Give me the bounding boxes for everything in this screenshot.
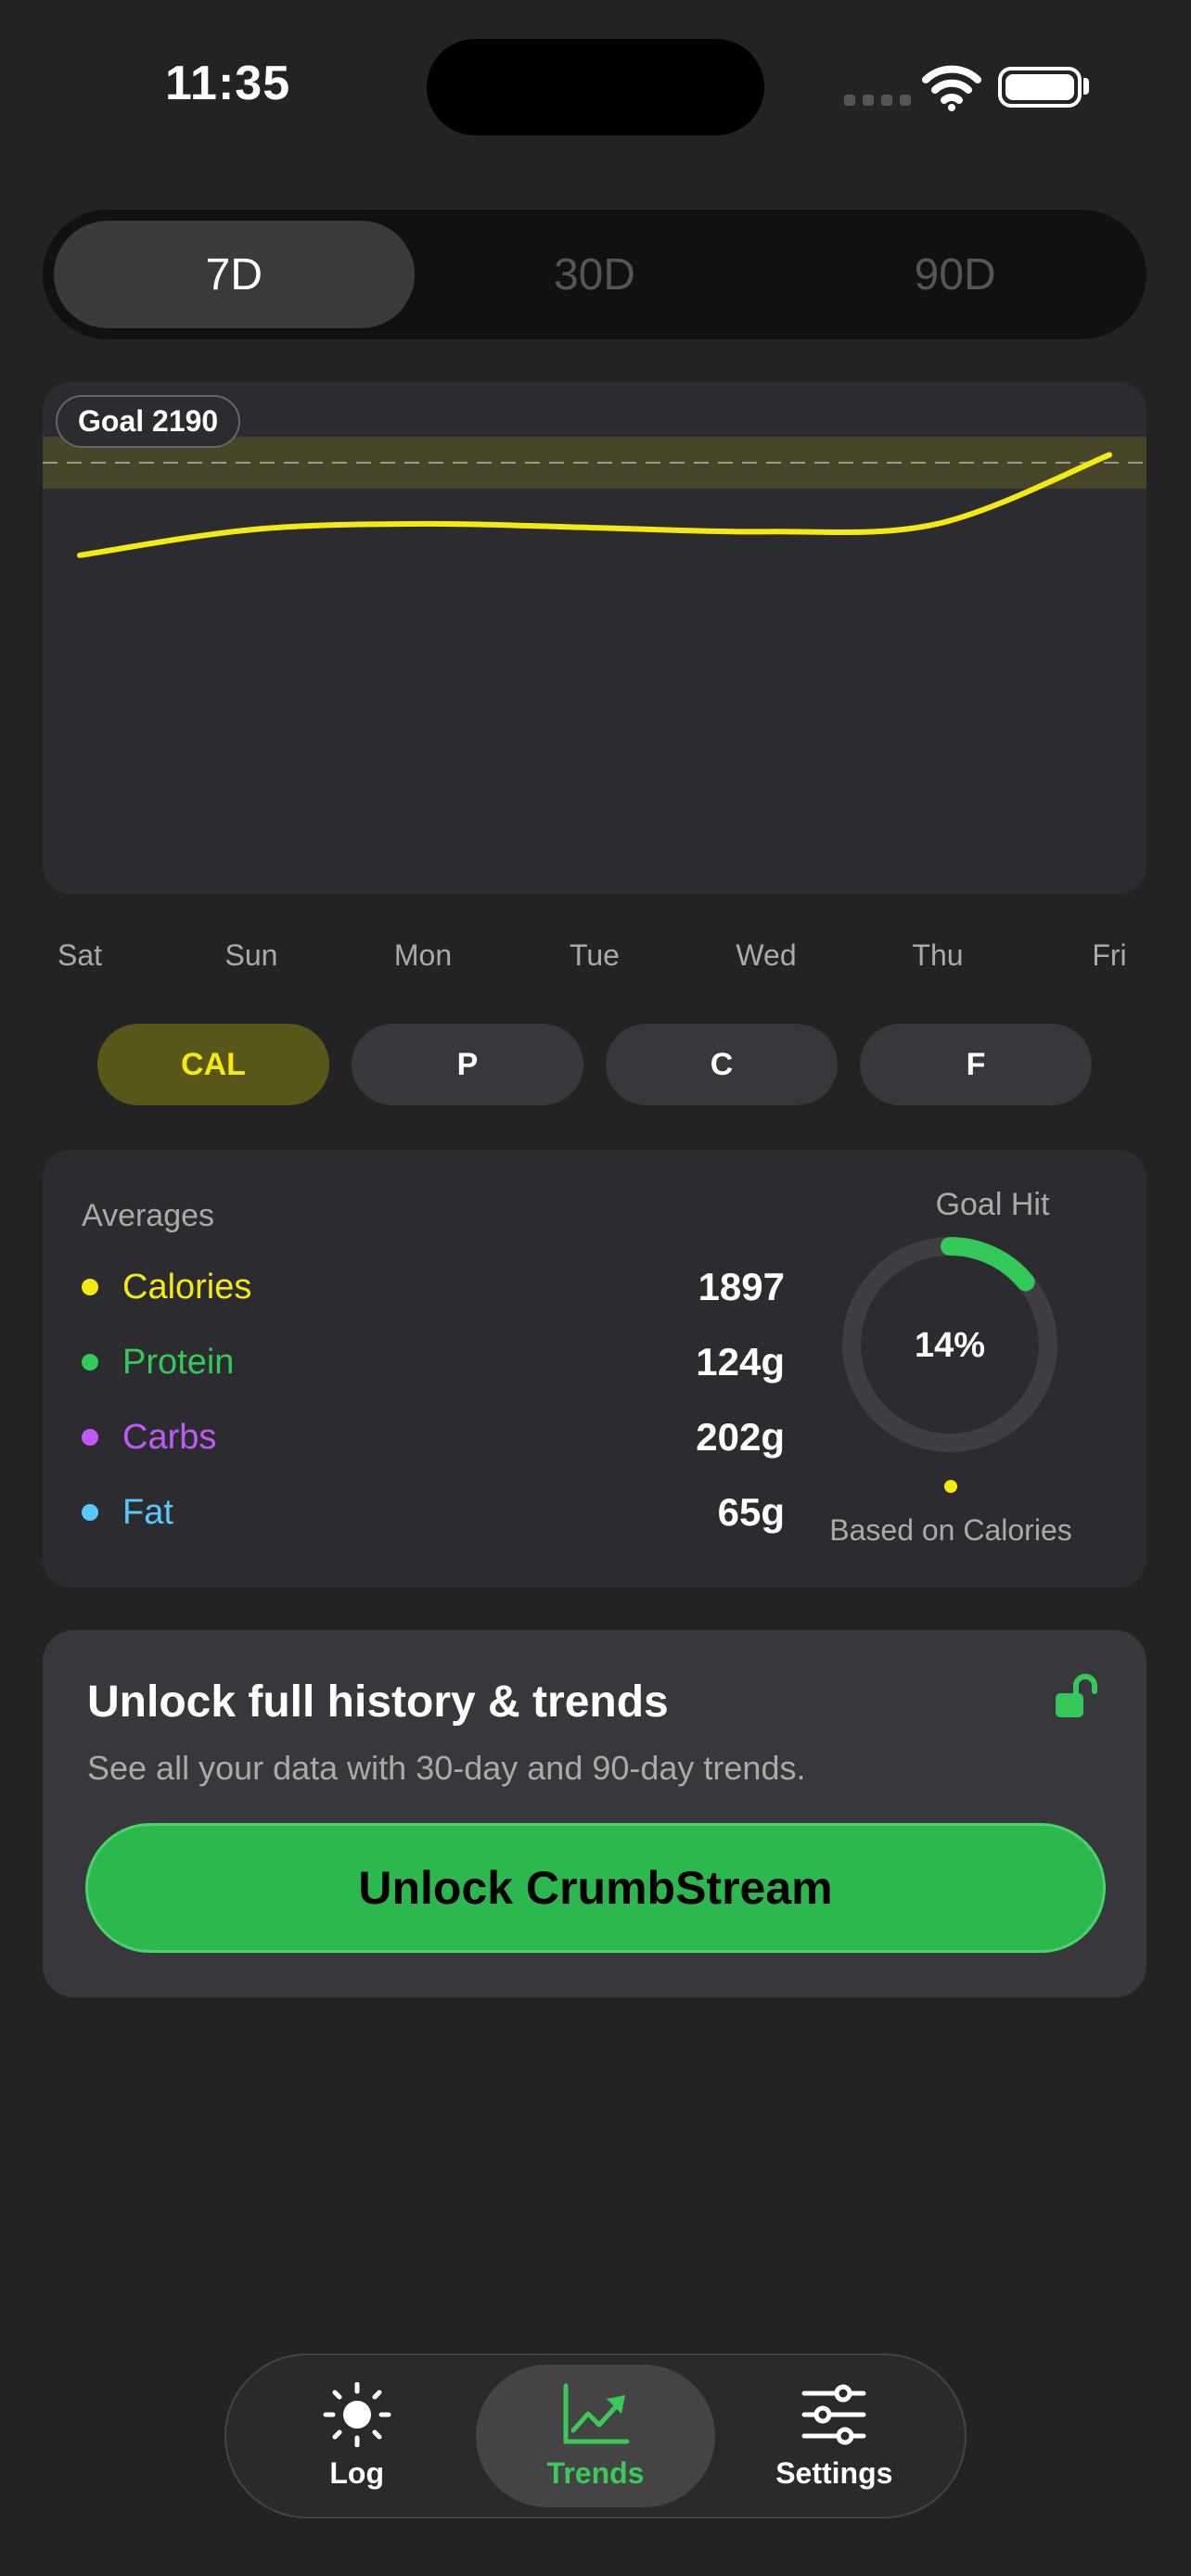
tab-trends[interactable]: Trends xyxy=(476,2365,715,2507)
tab-label: Log xyxy=(329,2455,384,2490)
macro-pill-fat[interactable]: F xyxy=(860,1024,1092,1105)
goal-hit-indicator-dot xyxy=(944,1480,957,1493)
tab-log[interactable]: Log xyxy=(237,2365,476,2507)
unlock-card: Unlock full history & trends See all you… xyxy=(43,1630,1146,1997)
average-value: 124g xyxy=(696,1340,785,1384)
tab-bar: Log Trends Settings xyxy=(224,2353,967,2519)
averages-title: Averages xyxy=(82,1198,215,1233)
average-name: Protein xyxy=(122,1342,235,1382)
average-row-fat: Fat 65g xyxy=(82,1489,785,1536)
average-row-protein: Protein 124g xyxy=(82,1339,785,1385)
macro-selector: CAL P C F xyxy=(97,1024,1092,1105)
dynamic-island xyxy=(427,39,764,135)
x-tick-label: Tue xyxy=(570,938,620,972)
unlock-subtitle: See all your data with 30-day and 90-day… xyxy=(87,1749,806,1787)
average-row-calories: Calories 1897 xyxy=(82,1264,785,1310)
tab-label: Settings xyxy=(775,2455,893,2490)
macro-pill-carbs[interactable]: C xyxy=(606,1024,838,1105)
tab-label: Trends xyxy=(546,2455,645,2490)
status-time: 11:35 xyxy=(165,57,291,110)
range-30d[interactable]: 30D xyxy=(415,221,775,328)
trend-chart-plot xyxy=(43,437,1146,558)
unlock-icon xyxy=(1056,1674,1097,1717)
sun-icon xyxy=(323,2381,391,2447)
average-name: Carbs xyxy=(122,1417,217,1457)
average-value: 202g xyxy=(696,1415,785,1459)
battery-icon xyxy=(998,67,1082,108)
unlock-title: Unlock full history & trends xyxy=(87,1677,669,1727)
calories-dot xyxy=(82,1279,98,1295)
range-segmented-control: 7D 30D 90D xyxy=(43,210,1146,339)
wifi-icon xyxy=(922,65,981,111)
sliders-icon xyxy=(801,2384,866,2444)
fat-dot xyxy=(82,1504,98,1521)
averages-card: Averages Calories 1897 Protein 124g Carb… xyxy=(43,1150,1146,1588)
x-tick-label: Mon xyxy=(393,938,453,972)
x-tick-label: Sun xyxy=(224,938,278,972)
cellular-signal-icon xyxy=(844,95,911,106)
x-tick-label: Fri xyxy=(1092,938,1127,972)
goal-hit-percent: 14% xyxy=(914,1326,986,1365)
average-row-carbs: Carbs 202g xyxy=(82,1414,785,1460)
goal-label: Goal 2190 xyxy=(56,395,241,448)
range-7d[interactable]: 7D xyxy=(54,221,415,328)
chart-x-axis: Sat Sun Mon Tue Wed Thu Fri xyxy=(43,938,1146,979)
trend-chart: Goal 2190 xyxy=(43,382,1146,894)
goal-hit-note: Based on Calories xyxy=(829,1513,1072,1547)
x-tick-label: Sat xyxy=(57,938,103,972)
average-name: Calories xyxy=(122,1267,252,1307)
tab-settings[interactable]: Settings xyxy=(715,2365,954,2507)
average-value: 65g xyxy=(717,1490,785,1534)
x-tick-label: Thu xyxy=(912,938,964,972)
average-value: 1897 xyxy=(698,1265,785,1308)
macro-pill-protein[interactable]: P xyxy=(352,1024,583,1105)
goal-hit-title: Goal Hit xyxy=(935,1187,1050,1222)
x-tick-label: Wed xyxy=(736,938,797,972)
carbs-dot xyxy=(82,1429,98,1446)
macro-pill-cal[interactable]: CAL xyxy=(97,1024,329,1105)
average-name: Fat xyxy=(122,1492,173,1532)
chart-icon xyxy=(563,2383,630,2443)
unlock-button[interactable]: Unlock CrumbStream xyxy=(85,1823,1106,1953)
protein-dot xyxy=(82,1354,98,1371)
range-90d[interactable]: 90D xyxy=(775,221,1135,328)
